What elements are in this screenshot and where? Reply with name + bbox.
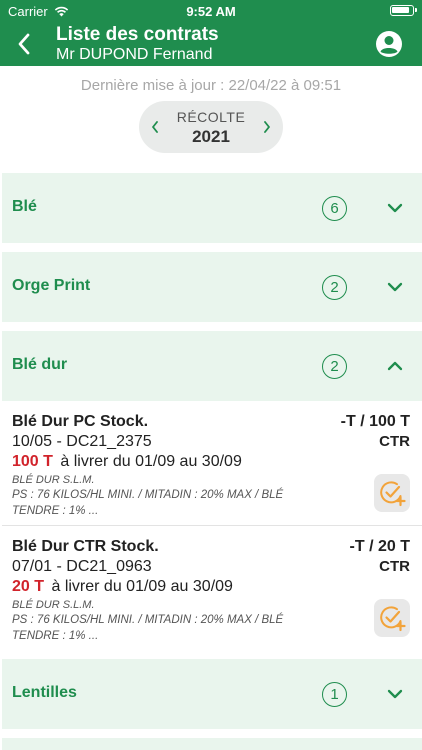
contract-type: CTR bbox=[379, 558, 410, 575]
page-subtitle: Mr DUPOND Fernand bbox=[56, 46, 213, 63]
contract-supplier: BLÉ DUR S.L.M. bbox=[12, 599, 95, 611]
section-count-badge: 6 bbox=[322, 196, 347, 221]
section-count-badge: 2 bbox=[322, 275, 347, 300]
section-name: Blé dur bbox=[12, 356, 68, 373]
contract-item[interactable]: Blé Dur PC Stock. 10/05 - DC21_2375 100 … bbox=[2, 401, 422, 523]
section-header-ble[interactable]: Blé 6 bbox=[2, 173, 422, 243]
chevron-down-icon bbox=[386, 200, 404, 216]
chevron-left-icon bbox=[18, 33, 30, 55]
contract-delivery-line: 20 T à livrer du 01/09 au 30/09 bbox=[12, 578, 233, 596]
contract-action-button[interactable] bbox=[374, 599, 410, 637]
contract-amount: -T / 20 T bbox=[349, 538, 410, 555]
contract-action-button[interactable] bbox=[374, 474, 410, 512]
profile-button[interactable] bbox=[374, 29, 404, 59]
contract-reference: 10/05 - DC21_2375 bbox=[12, 433, 152, 450]
contract-type: CTR bbox=[379, 433, 410, 450]
section-header-next[interactable] bbox=[2, 738, 422, 750]
status-time: 9:52 AM bbox=[186, 4, 236, 19]
section-count-badge: 1 bbox=[322, 682, 347, 707]
check-add-icon bbox=[380, 481, 406, 507]
contract-name: Blé Dur CTR Stock. bbox=[12, 538, 159, 555]
contract-supplier: BLÉ DUR S.L.M. bbox=[12, 474, 95, 486]
section-count-badge: 2 bbox=[322, 354, 347, 379]
chevron-up-icon bbox=[386, 358, 404, 374]
battery-icon bbox=[390, 5, 417, 16]
section-name: Lentilles bbox=[12, 684, 77, 701]
season-selector: RÉCOLTE 2021 bbox=[139, 101, 283, 153]
page-title: Liste des contrats bbox=[56, 24, 219, 45]
section-name: Orge Print bbox=[12, 277, 91, 294]
chevron-down-icon bbox=[386, 686, 404, 702]
next-season-button[interactable] bbox=[257, 117, 277, 137]
section-header-lentilles[interactable]: Lentilles 1 bbox=[2, 659, 422, 729]
section-header-orge-print[interactable]: Orge Print 2 bbox=[2, 252, 422, 322]
contract-delivery: à livrer du 01/09 au 30/09 bbox=[51, 578, 233, 595]
check-add-icon bbox=[380, 606, 406, 632]
section-header-ble-dur[interactable]: Blé dur 2 bbox=[2, 331, 422, 401]
contract-quantity: 20 T bbox=[12, 578, 45, 595]
contract-amount: -T / 100 T bbox=[340, 413, 410, 430]
contract-reference: 07/01 - DC21_0963 bbox=[12, 558, 152, 575]
contract-quantity: 100 T bbox=[12, 453, 53, 470]
contract-delivery-line: 100 T à livrer du 01/09 au 30/09 bbox=[12, 453, 242, 471]
back-button[interactable] bbox=[8, 27, 40, 61]
navigation-bar: Liste des contrats Mr DUPOND Fernand bbox=[0, 22, 422, 66]
contract-notes: PS : 76 KILOS/HL MINI. / MITADIN : 20% M… bbox=[12, 614, 284, 642]
chevron-down-icon bbox=[386, 279, 404, 295]
contract-notes: PS : 76 KILOS/HL MINI. / MITADIN : 20% M… bbox=[12, 489, 284, 517]
contract-item[interactable]: Blé Dur CTR Stock. 07/01 - DC21_0963 20 … bbox=[2, 526, 422, 648]
contract-name: Blé Dur PC Stock. bbox=[12, 413, 149, 430]
status-bar: Carrier 9:52 AM bbox=[0, 0, 422, 22]
chevron-right-icon bbox=[264, 121, 270, 133]
last-update-text: Dernière mise à jour : 22/04/22 à 09:51 bbox=[80, 77, 342, 94]
section-name: Blé bbox=[12, 198, 37, 215]
user-account-icon bbox=[376, 31, 402, 57]
contract-delivery: à livrer du 01/09 au 30/09 bbox=[60, 453, 242, 470]
